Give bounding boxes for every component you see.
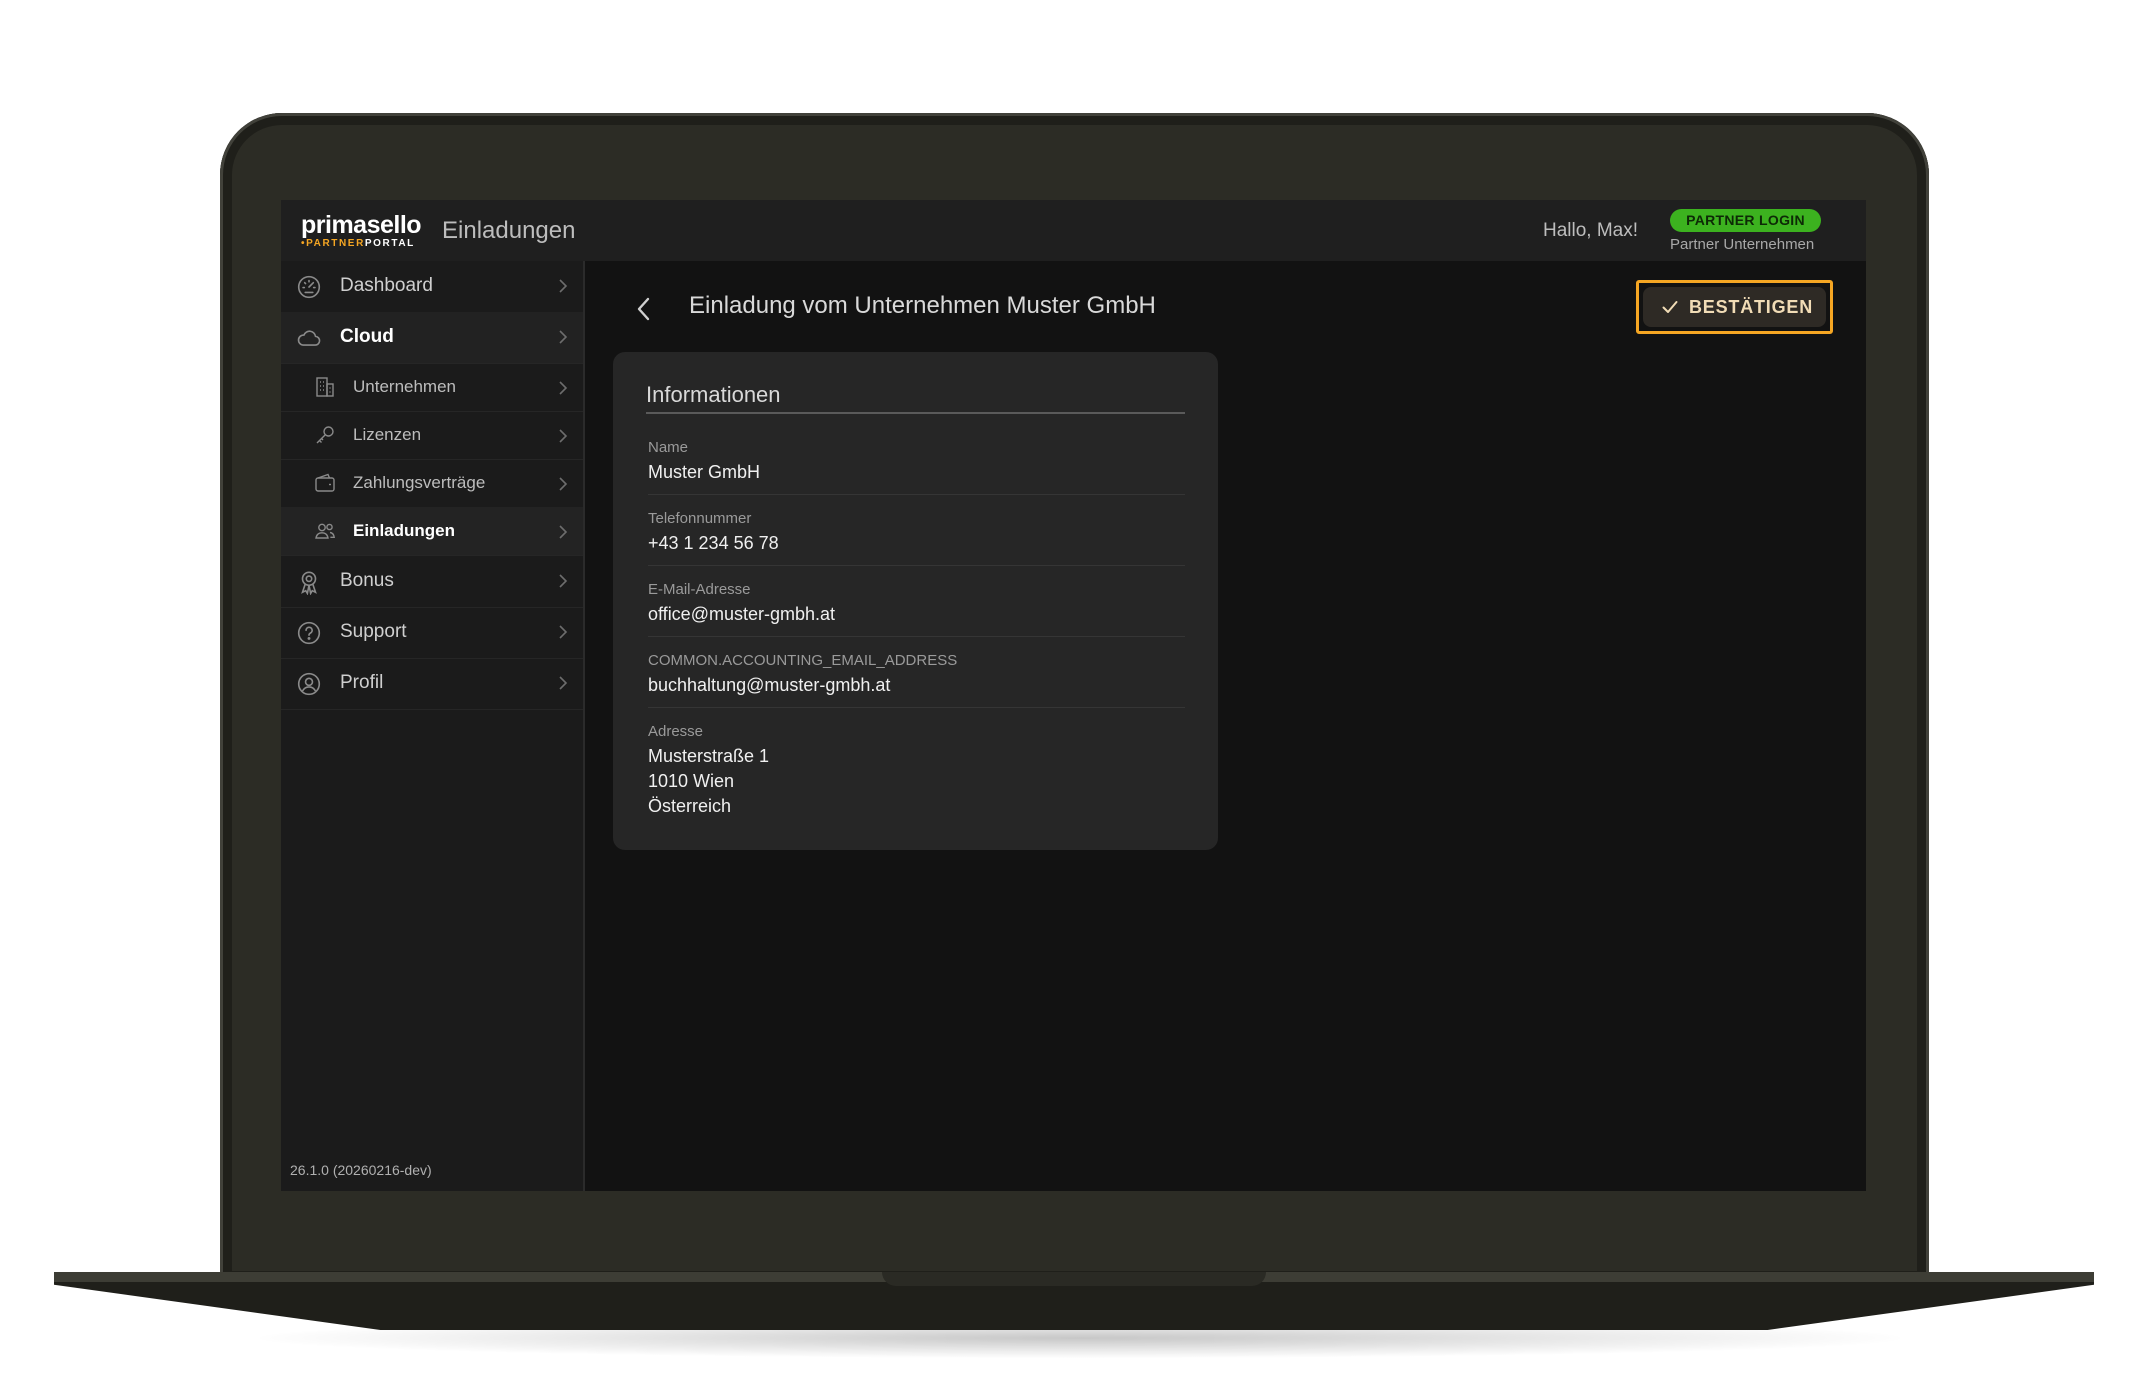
logo-portal: PORTAL (364, 238, 415, 249)
confirm-button-label: BESTÄTIGEN (1689, 297, 1814, 317)
card-title-divider (646, 412, 1185, 414)
chevron-right-icon (559, 625, 568, 639)
sidebar-item-support[interactable]: Support (281, 607, 583, 659)
sidebar-item-label: Einladungen (353, 521, 455, 540)
award-icon (301, 571, 317, 595)
field-divider (648, 636, 1185, 637)
help-icon (297, 621, 321, 645)
partner-login-badge[interactable]: PARTNER LOGIN (1670, 209, 1821, 232)
chevron-right-icon (559, 330, 568, 344)
field-value: 1010 Wien (648, 771, 735, 791)
field-label: Adresse (648, 723, 704, 740)
logo-wordmark: primasello (301, 211, 422, 239)
field-label: Name (648, 439, 689, 456)
logo-partner: PARTNER (306, 238, 365, 249)
sidebar-item-unternehmen[interactable]: Unternehmen (281, 363, 583, 412)
cloud-icon (297, 330, 321, 346)
chevron-right-icon (559, 279, 568, 293)
field-divider (648, 494, 1185, 495)
field-value: Musterstraße 1 (648, 746, 770, 766)
sidebar-item-einladungen[interactable]: Einladungen (281, 507, 583, 556)
chevron-right-icon (559, 525, 568, 539)
card-title: Informationen (646, 382, 781, 407)
chevron-right-icon (559, 676, 568, 690)
sidebar-item-label: Bonus (340, 570, 394, 591)
sidebar-item-label: Lizenzen (353, 425, 422, 444)
field-email: E-Mail-Adresse office@muster-gmbh.at (648, 581, 1185, 627)
wallet-icon (315, 473, 335, 492)
sidebar-item-label: Dashboard (340, 275, 433, 296)
field-label: Telefonnummer (648, 510, 752, 527)
field-label: COMMON.ACCOUNTING_EMAIL_ADDRESS (648, 652, 958, 669)
field-address: Adresse Musterstraße 1 1010 Wien Österre… (648, 723, 1185, 819)
page-title: Einladungen (442, 217, 576, 244)
app-version: 26.1.0 (20260216-dev) (290, 1162, 432, 1178)
field-label: E-Mail-Adresse (648, 581, 751, 598)
chevron-right-icon (559, 381, 568, 395)
sidebar-item-label: Profil (340, 672, 384, 693)
user-circle-icon (297, 672, 321, 696)
primasello-logo[interactable]: primasello •PARTNERPORTAL (301, 211, 422, 249)
back-arrow-icon[interactable] (632, 295, 656, 323)
field-divider (648, 707, 1185, 708)
field-name: Name Muster GmbH (648, 439, 1185, 485)
sidebar-item-cloud[interactable]: Cloud (281, 312, 583, 364)
sidebar-item-profil[interactable]: Profil (281, 658, 583, 710)
sidebar-item-label: Cloud (340, 326, 394, 347)
field-accounting-email: COMMON.ACCOUNTING_EMAIL_ADDRESS buchhalt… (648, 652, 1185, 698)
checkmark-icon (1662, 301, 1678, 313)
field-value: +43 1 234 56 78 (648, 533, 779, 553)
field-phone: Telefonnummer +43 1 234 56 78 (648, 510, 1185, 556)
app-screen: primasello •PARTNERPORTAL Einladungen Ha… (281, 200, 1866, 1191)
logo-subline: •PARTNERPORTAL (301, 238, 421, 249)
chevron-right-icon (559, 429, 568, 443)
laptop-notch (882, 1272, 1266, 1286)
sidebar-item-dashboard[interactable]: Dashboard (281, 261, 583, 313)
invitation-title: Einladung vom Unternehmen Muster GmbH (689, 292, 1156, 319)
field-value: office@muster-gmbh.at (648, 604, 836, 624)
field-value: Muster GmbH (648, 462, 761, 482)
sidebar-item-label: Zahlungsverträge (353, 473, 486, 492)
sidebar: Dashboard Cloud Unternehmen Lizenzen Zah… (281, 261, 585, 1191)
chevron-right-icon (559, 477, 568, 491)
sidebar-item-lizenzen[interactable]: Lizenzen (281, 411, 583, 460)
top-bar: primasello •PARTNERPORTAL Einladungen Ha… (281, 200, 1866, 261)
chevron-right-icon (559, 574, 568, 588)
user-greeting: Hallo, Max! (1543, 220, 1639, 241)
field-value: Österreich (648, 796, 732, 816)
information-card: Informationen Name Muster GmbH Telefonnu… (613, 352, 1218, 850)
speedometer-icon (297, 275, 321, 299)
confirm-button[interactable]: BESTÄTIGEN (1643, 287, 1826, 327)
partner-company-label: Partner Unternehmen (1670, 236, 1815, 253)
sidebar-item-zahlungsvertraege[interactable]: Zahlungsverträge (281, 459, 583, 508)
users-icon (315, 523, 336, 539)
building-icon (316, 377, 334, 397)
key-icon (316, 426, 334, 444)
sidebar-item-label: Support (340, 621, 407, 642)
field-divider (648, 565, 1185, 566)
sidebar-item-bonus[interactable]: Bonus (281, 556, 583, 608)
sidebar-item-label: Unternehmen (353, 377, 457, 396)
field-value: buchhaltung@muster-gmbh.at (648, 675, 891, 695)
